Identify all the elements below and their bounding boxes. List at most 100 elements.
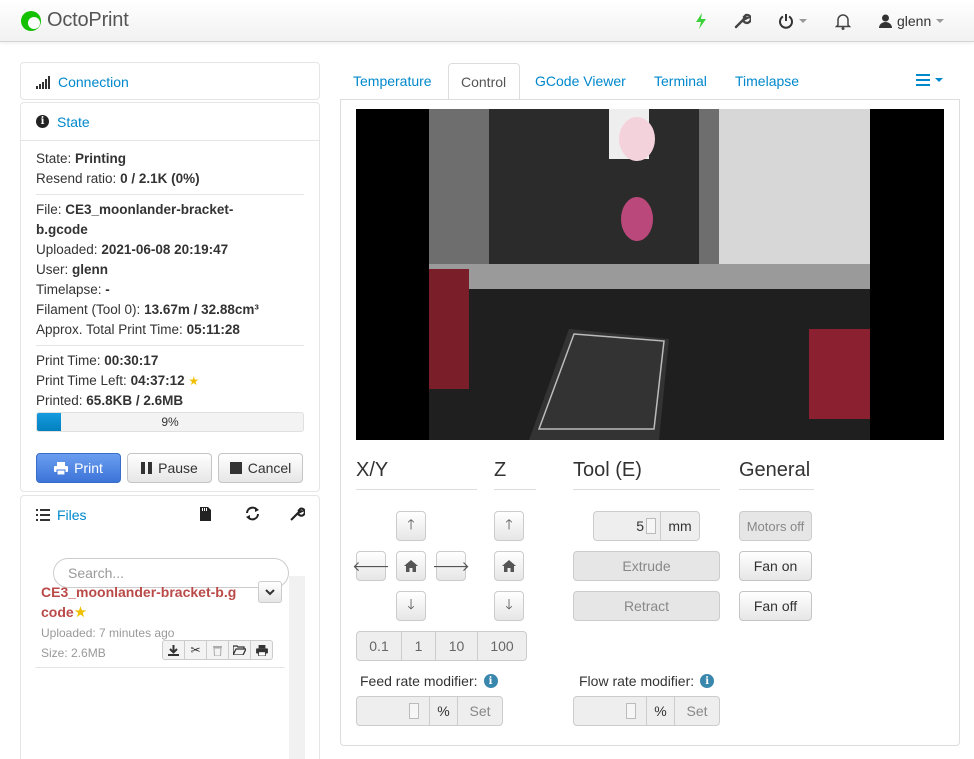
connection-panel: Connection <box>20 62 320 100</box>
connection-status-icon[interactable] <box>694 11 708 31</box>
connection-header[interactable]: Connection <box>21 63 319 101</box>
uploaded-row: Uploaded: 2021-06-08 20:19:47 <box>36 242 229 257</box>
step-10-button[interactable]: 10 <box>435 631 478 661</box>
system-power-menu[interactable] <box>778 11 807 31</box>
spinner-arrows-icon[interactable] <box>646 518 656 534</box>
filament-row: Filament (Tool 0): 13.67m / 32.88cm³ <box>36 302 259 317</box>
spinner-arrows-icon[interactable] <box>409 703 419 719</box>
jog-y-plus-button[interactable]: 🡑 <box>396 511 426 541</box>
list-icon <box>916 74 930 86</box>
motors-off-button[interactable]: Motors off <box>739 511 812 541</box>
files-header[interactable]: Files <box>21 496 319 534</box>
arrow-up-icon: 🡑 <box>407 516 415 532</box>
state-title: State <box>57 113 90 130</box>
file-name-cont: code★ <box>41 604 88 621</box>
home-z-button[interactable] <box>494 551 524 581</box>
arrow-down-icon: 🡓 <box>407 596 415 612</box>
brand-link[interactable]: OctoPrint <box>20 9 129 32</box>
connection-title: Connection <box>58 74 129 90</box>
info-circle-icon[interactable]: i <box>700 674 715 688</box>
info-circle-icon[interactable]: i <box>483 674 498 688</box>
state-header[interactable]: i State <box>21 103 319 141</box>
user-menu[interactable]: glenn <box>879 11 945 31</box>
feed-rate-label: Feed rate modifier: <box>360 673 478 689</box>
step-1-button[interactable]: 1 <box>401 631 436 661</box>
list-item[interactable]: CE3_moonlander-bracket-b.g code★ Uploade… <box>35 576 285 668</box>
print-time-row: Print Time: 00:30:17 <box>36 353 159 368</box>
fan-on-button[interactable]: Fan on <box>739 551 812 581</box>
file-name: CE3_moonlander-bracket-b.g <box>41 584 237 600</box>
home-icon <box>502 560 516 572</box>
chevron-down-icon <box>936 19 945 23</box>
print-file-printer-icon[interactable] <box>250 640 273 660</box>
settings-wrench-icon[interactable] <box>733 11 751 31</box>
cancel-button[interactable]: Cancel <box>218 453 303 483</box>
jog-x-plus-button[interactable]: 🡒 <box>432 551 470 581</box>
folder-open-icon[interactable] <box>228 640 251 660</box>
tab-control[interactable]: Control <box>448 63 520 100</box>
files-settings-wrench-icon[interactable] <box>289 506 306 525</box>
jog-x-minus-button[interactable]: 🡐 <box>352 551 390 581</box>
print-button[interactable]: Print <box>36 453 121 483</box>
home-xy-button[interactable] <box>396 551 426 581</box>
flow-rate-label: Flow rate modifier: <box>579 673 695 689</box>
star-icon: ★ <box>73 604 88 621</box>
arrow-right-icon: 🡒 <box>432 557 470 574</box>
extrude-button[interactable]: Extrude <box>573 551 720 581</box>
step-100-button[interactable]: 100 <box>477 631 527 661</box>
tab-terminal[interactable]: Terminal <box>642 63 719 100</box>
flow-rate-label-row: Flow rate modifier: i <box>579 673 715 689</box>
flow-rate-set-button[interactable]: Set <box>674 696 720 726</box>
retract-button[interactable]: Retract <box>573 591 720 621</box>
approx-print-time-row: Approx. Total Print Time: 05:11:28 <box>36 322 240 337</box>
webcam-image <box>429 109 870 440</box>
home-icon <box>404 560 418 572</box>
file-row-cont: b.gcode <box>36 222 88 237</box>
state-row: State: Printing <box>36 151 127 166</box>
more-tabs-menu[interactable] <box>916 74 943 86</box>
notifications-bell-icon[interactable] <box>835 11 851 31</box>
fan-off-button[interactable]: Fan off <box>739 591 812 621</box>
feed-rate-percent: % <box>429 696 458 726</box>
files-panel: Files Search... CE3_moonlander-bracket-b… <box>20 495 320 759</box>
star-icon: ★ <box>188 374 200 388</box>
tab-temperature[interactable]: Temperature <box>341 63 444 100</box>
print-progress-bar: 9% <box>36 412 304 432</box>
step-0-1-button[interactable]: 0.1 <box>356 631 402 661</box>
webcam-stream[interactable] <box>356 109 944 440</box>
arrow-up-icon: 🡑 <box>505 516 513 532</box>
tab-timelapse[interactable]: Timelapse <box>723 63 811 100</box>
jog-z-plus-button[interactable]: 🡑 <box>494 511 524 541</box>
files-title: Files <box>57 507 87 523</box>
octoprint-logo-icon <box>21 10 41 31</box>
pause-icon <box>141 462 153 474</box>
refresh-icon[interactable] <box>245 506 260 524</box>
jog-y-minus-button[interactable]: 🡓 <box>396 591 426 621</box>
brand-name: OctoPrint <box>47 9 129 31</box>
file-row: File: CE3_moonlander-bracket- <box>36 202 234 217</box>
info-circle-icon: i <box>36 115 49 128</box>
feed-rate-set-button[interactable]: Set <box>457 696 503 726</box>
z-title: Z <box>494 459 536 490</box>
file-list-scrollbar[interactable] <box>289 576 305 759</box>
pause-button[interactable]: Pause <box>127 453 212 483</box>
arrow-left-icon: 🡐 <box>352 557 390 574</box>
spinner-arrows-icon[interactable] <box>626 703 636 719</box>
printer-icon <box>54 461 69 475</box>
trash-icon[interactable] <box>206 640 229 660</box>
extrude-unit: mm <box>660 511 700 541</box>
sd-card-icon[interactable] <box>200 507 211 524</box>
download-icon[interactable] <box>162 640 185 660</box>
state-panel: i State State: Printing Resend ratio: 0 … <box>20 102 320 492</box>
progress-text: 9% <box>161 415 179 429</box>
timelapse-row: Timelapse: - <box>36 282 110 297</box>
tab-gcode-viewer[interactable]: GCode Viewer <box>523 63 638 100</box>
tool-title: Tool (E) <box>573 459 720 490</box>
xy-title: X/Y <box>356 459 477 490</box>
file-expand-button[interactable] <box>258 581 282 603</box>
general-title: General <box>739 459 814 490</box>
jog-z-minus-button[interactable]: 🡓 <box>494 591 524 621</box>
print-time-left-row: Print Time Left: 04:37:12 ★ <box>36 373 200 388</box>
jog-step-size-group: 0.1 1 10 100 <box>356 631 527 661</box>
slice-scissors-icon[interactable]: ✂ <box>184 640 207 660</box>
